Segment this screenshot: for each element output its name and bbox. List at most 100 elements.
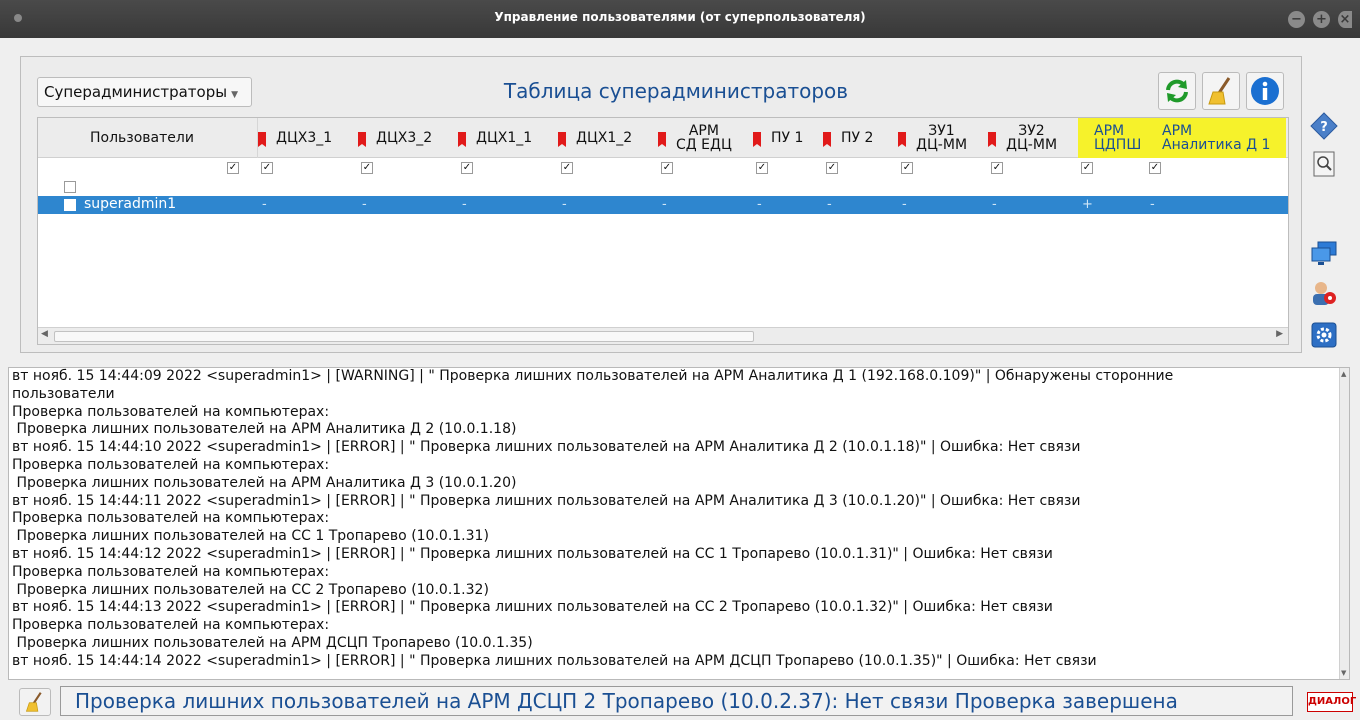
scroll-up-icon[interactable]: ▲ [1341,370,1346,378]
help-diamond-icon: ? [1310,112,1338,140]
broom-icon [1208,77,1231,105]
cell-value: - [662,197,667,212]
column-filter-checkbox[interactable]: ✓ [756,162,768,174]
chevron-down-icon: ▼ [231,90,238,100]
maximize-icon[interactable]: + [1313,11,1330,28]
computers-icon [1311,241,1337,265]
flag-icon [823,132,831,147]
dialog-badge[interactable]: ДИАЛОГ [1307,692,1356,712]
column-filter-checkbox[interactable]: ✓ [826,162,838,174]
log-line: Проверка лишних пользователей на АРМ Ана… [12,421,517,438]
check-all-checkbox[interactable]: ✓ [227,162,239,174]
horizontal-scrollbar[interactable]: ◀ ▶ [38,327,1288,344]
column-header[interactable]: ДЦХ1_1 [458,118,558,158]
column-header[interactable]: ДЦХ3_1 [258,118,358,158]
refresh-icon [1166,79,1188,103]
settings-button[interactable] [1308,319,1340,351]
cell-value: - [757,197,762,212]
users-table: Пользователи ДЦХ3_1 ДЦХ3_2 ДЦХ1_1 ДЦХ1_2 АРМ… [37,117,1289,345]
scroll-down-icon[interactable]: ▼ [1341,669,1346,677]
column-header-label: АРМ СД ЕДЦ [676,123,732,153]
log-output[interactable]: вт нояб. 15 14:44:09 2022 <superadmin1> … [8,367,1350,680]
column-filter-checkbox[interactable]: ✓ [1149,162,1161,174]
column-header-label: ДЦХ1_2 [576,130,633,146]
close-icon[interactable]: × [1338,11,1352,28]
column-filter-checkbox[interactable]: ✓ [461,162,473,174]
column-filter-checkbox[interactable]: ✓ [561,162,573,174]
column-filter-checkbox[interactable]: ✓ [361,162,373,174]
table-row-empty[interactable] [38,178,1288,196]
column-header-users[interactable]: Пользователи [90,118,194,158]
table-header: Пользователи ДЦХ3_1 ДЦХ3_2 ДЦХ1_1 ДЦХ1_2 АРМ… [38,118,1288,158]
cell-value: - [562,197,567,212]
column-header-label: ПУ 1 [771,130,804,146]
column-header[interactable]: АРМ Аналитика Д 1 [1146,118,1286,158]
info-button[interactable] [1246,72,1284,110]
flag-icon [558,132,566,147]
column-header[interactable]: ПУ 1 [753,118,823,158]
log-line: Проверка лишних пользователей на СС 2 Тр… [12,581,489,598]
clear-button[interactable] [1202,72,1240,110]
cell-value: - [992,197,997,212]
log-line: пользователи [12,385,115,402]
minimize-icon[interactable]: − [1288,11,1305,28]
column-filter-checkbox[interactable]: ✓ [261,162,273,174]
scrollbar-thumb[interactable] [54,331,754,342]
window-titlebar: Управление пользователями (от суперпольз… [0,0,1360,38]
vertical-scrollbar[interactable]: ▲ ▼ [1339,368,1349,679]
filter-check-row: ✓ ✓ ✓ ✓ ✓ ✓ ✓ ✓ ✓ ✓ ✓ ✓ [38,160,1288,178]
column-header[interactable]: ПУ 2 [823,118,898,158]
cell-value: - [262,197,267,212]
flag-icon [458,132,466,147]
cell-value: - [827,197,832,212]
row-checkbox[interactable] [64,199,76,211]
column-filter-checkbox[interactable]: ✓ [1081,162,1093,174]
log-line: Проверка пользователей на компьютерах: [12,510,330,527]
flag-icon [258,132,266,147]
column-header-label: ЗУ1 ДЦ-ММ [916,123,968,153]
gear-icon [1311,322,1337,348]
cell-value: - [362,197,367,212]
user-admin-icon [1313,282,1336,305]
column-header[interactable]: ДЦХ1_2 [558,118,658,158]
role-select-value: Суперадминистраторы [44,83,228,101]
user-admin-button[interactable] [1308,277,1340,309]
column-header-label: ДЦХ1_1 [476,130,533,146]
log-line: вт нояб. 15 14:44:09 2022 <superadmin1> … [12,368,1174,384]
column-header-label: ДЦХ3_2 [376,130,433,146]
column-header[interactable]: АРМ СД ЕДЦ [658,118,753,158]
log-line: вт нояб. 15 14:44:11 2022 <superadmin1> … [12,492,1081,509]
column-filter-checkbox[interactable]: ✓ [991,162,1003,174]
flag-icon [988,132,996,147]
scroll-right-icon[interactable]: ▶ [1276,329,1283,339]
column-header[interactable]: ЗУ2 ДЦ-ММ [988,118,1078,158]
column-filter-checkbox[interactable]: ✓ [661,162,673,174]
column-header-label: АРМ ЦДПШ [1094,123,1142,153]
refresh-button[interactable] [1158,72,1196,110]
log-line: вт нояб. 15 14:44:14 2022 <superadmin1> … [12,652,1097,669]
role-select[interactable]: Суперадминистраторы ▼ [37,77,252,107]
log-line: Проверка пользователей на компьютерах: [12,456,330,473]
print-preview-button[interactable] [1308,148,1340,180]
help-button[interactable]: ? [1308,110,1340,142]
log-line: вт нояб. 15 14:44:13 2022 <superadmin1> … [12,599,1053,616]
clear-status-button[interactable] [19,688,51,716]
table-row[interactable]: superadmin1 - - - - - - - - - + - [38,196,1288,214]
scroll-left-icon[interactable]: ◀ [41,329,48,339]
window-title: Управление пользователями (от суперпольз… [494,10,866,24]
users-panel: Суперадминистраторы ▼ Таблица суперадмини… [20,56,1302,353]
column-header[interactable]: АРМ ЦДПШ [1078,118,1146,158]
status-message: Проверка лишних пользователей на АРМ ДСЦ… [60,686,1293,716]
user-name: superadmin1 [84,196,177,212]
flag-icon [358,132,366,147]
column-header[interactable]: ДЦХ3_2 [358,118,458,158]
log-line: вт нояб. 15 14:44:12 2022 <superadmin1> … [12,545,1053,562]
log-line: Проверка лишних пользователей на АРМ Ана… [12,474,517,491]
print-preview-icon [1313,151,1335,177]
computers-button[interactable] [1308,237,1340,269]
column-header-label: АРМ Аналитика Д 1 [1162,123,1271,153]
column-header[interactable]: ЗУ1 ДЦ-ММ [898,118,988,158]
flag-icon [898,132,906,147]
column-filter-checkbox[interactable]: ✓ [901,162,913,174]
row-checkbox[interactable] [64,181,76,193]
